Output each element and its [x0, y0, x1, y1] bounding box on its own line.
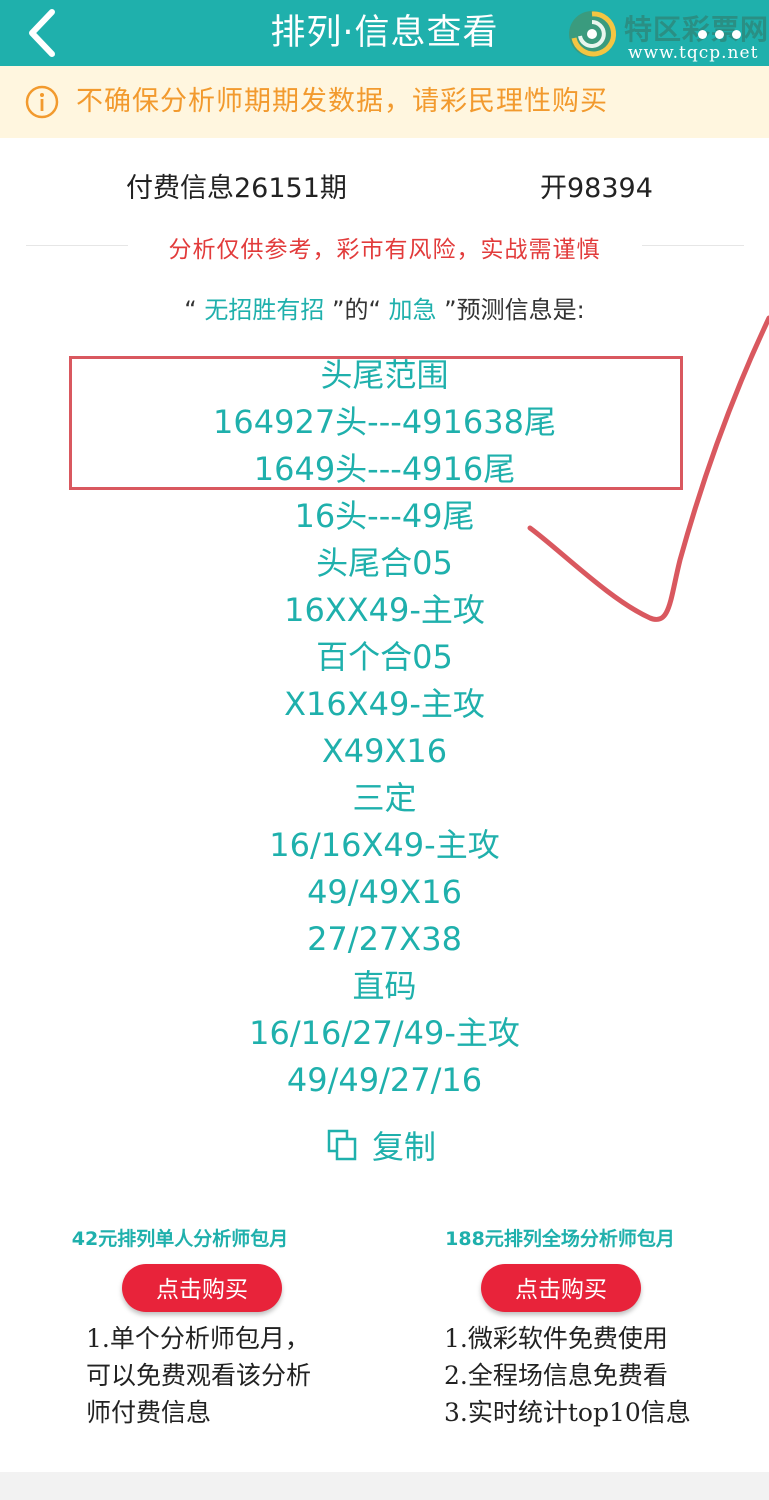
- notice-text: 不确保分析师期期发数据，请彩民理性购买: [76, 86, 608, 117]
- logo-url: www.tqcp.net: [628, 43, 759, 63]
- plan-desc-line: 师付费信息: [86, 1398, 212, 1427]
- open-result: 开98394: [540, 173, 653, 204]
- prediction-item: X16X49-主攻: [284, 685, 485, 723]
- info-circle-icon: [25, 85, 59, 119]
- prediction-item: 16/16X49-主攻: [269, 826, 500, 864]
- prediction-category: 加急: [388, 296, 437, 324]
- prediction-item: 49/49X16: [307, 873, 462, 911]
- issue-title: 付费信息26151期: [126, 173, 347, 204]
- bottom-bar: [0, 1472, 769, 1500]
- prediction-item: 27/27X38: [307, 920, 462, 958]
- swirl-logo-icon: [569, 11, 617, 57]
- prediction-item: 16/16/27/49-主攻: [249, 1014, 520, 1052]
- plan-description: 1.单个分析师包月， 可以免费观看该分析 师付费信息: [86, 1320, 311, 1431]
- plan-desc-line: 2.全程场信息免费看: [444, 1361, 668, 1390]
- quote-close-of: ”的“: [332, 296, 381, 324]
- plan-desc-line: 1.微彩软件免费使用: [444, 1324, 668, 1353]
- plan-desc-line: 3.实时统计top10信息: [444, 1398, 691, 1427]
- quote-open: “: [184, 296, 197, 324]
- plan-desc-line: 可以免费观看该分析: [86, 1361, 312, 1390]
- copy-icon: [327, 1129, 357, 1161]
- analyst-name: 无招胜有招: [204, 296, 325, 324]
- more-menu-icon[interactable]: [698, 24, 760, 39]
- risk-warning: 分析仅供参考，彩市有风险，实战需谨慎: [168, 237, 601, 263]
- plan-description: 1.微彩软件免费使用 2.全程场信息免费看 3.实时统计top10信息: [444, 1320, 691, 1431]
- plan-title: 42元排列单人分析师包月: [71, 1228, 289, 1250]
- plan-desc-line: 1.单个分析师包月，: [86, 1324, 310, 1353]
- prediction-item: 三定: [352, 779, 417, 817]
- annotation-check-mark: [527, 315, 769, 622]
- buy-button[interactable]: 点击购买: [122, 1264, 282, 1312]
- prediction-item: X49X16: [321, 732, 448, 770]
- copy-label: 复制: [372, 1128, 437, 1166]
- prediction-item: 49/49/27/16: [286, 1061, 483, 1099]
- buy-button[interactable]: 点击购买: [481, 1264, 641, 1312]
- plan-title: 188元排列全场分析师包月: [445, 1228, 675, 1250]
- prediction-item: 百个合05: [316, 638, 453, 676]
- prediction-item: 直码: [352, 967, 417, 1005]
